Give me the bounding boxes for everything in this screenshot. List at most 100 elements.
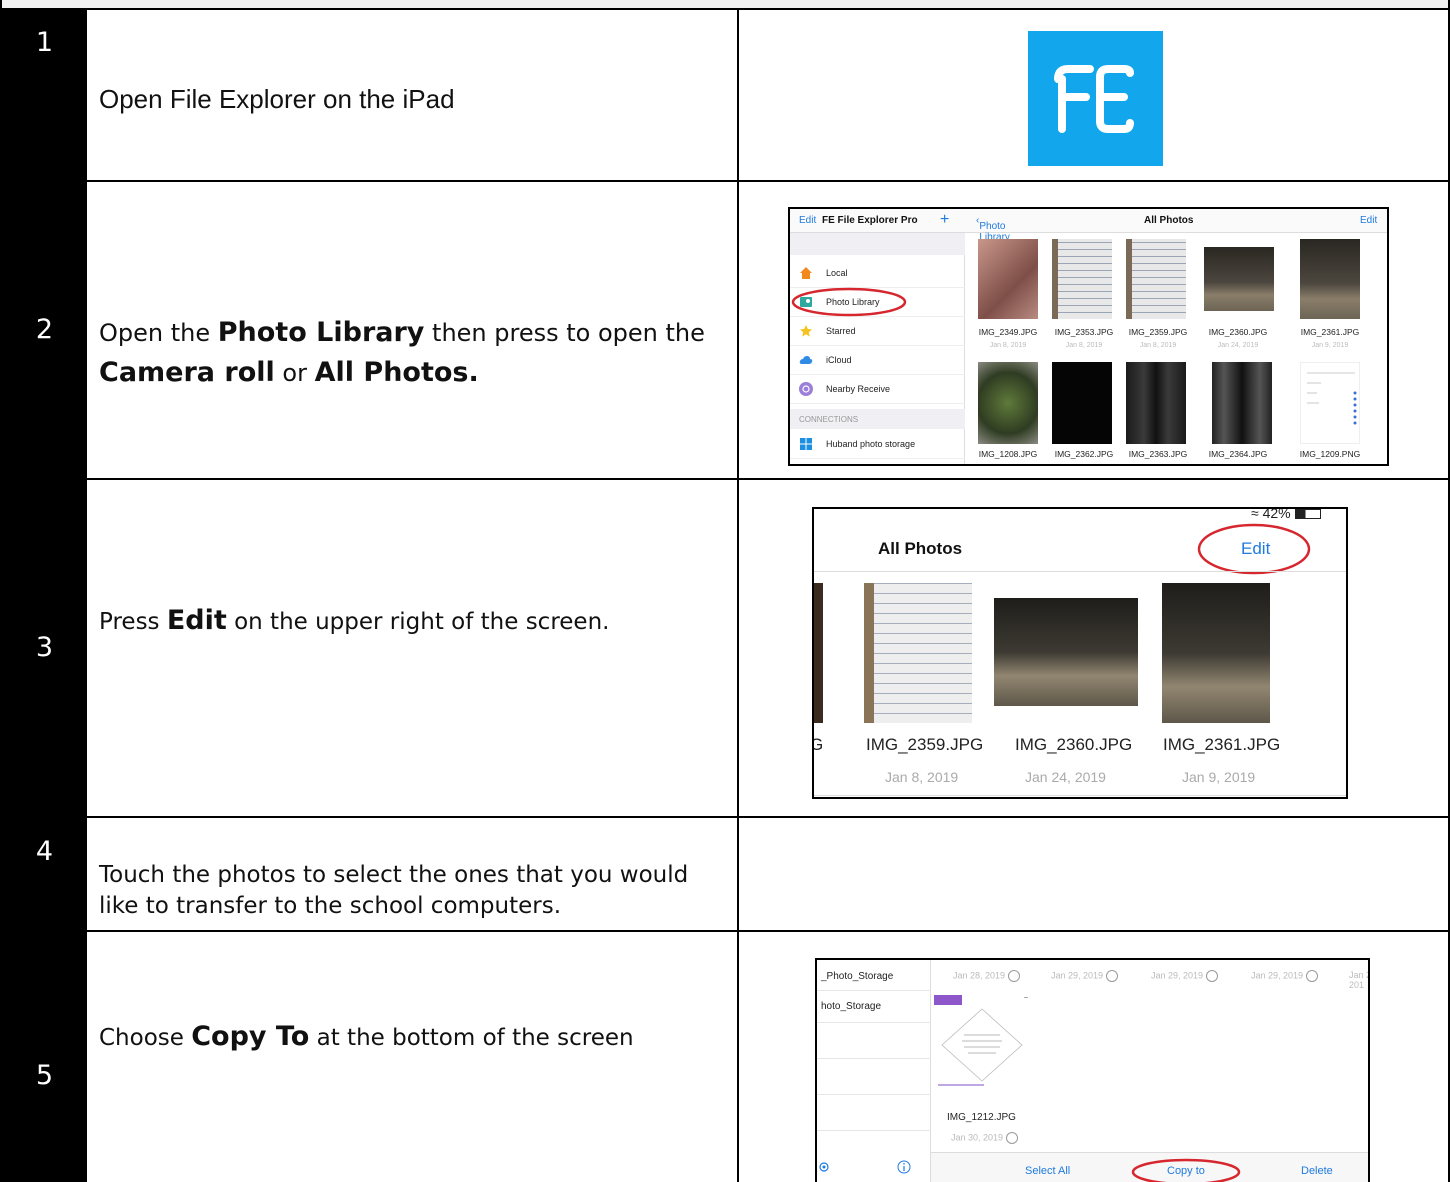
photo-thumb[interactable] bbox=[1300, 362, 1360, 444]
step-image-cell: ≈ 42% All Photos Edit G IMG_2359.JPG IMG… bbox=[741, 480, 1448, 816]
windows-icon bbox=[800, 438, 812, 450]
select-circle-icon[interactable] bbox=[1306, 970, 1319, 982]
divider bbox=[817, 990, 931, 991]
sidebar-item-starred[interactable]: Starred bbox=[790, 317, 965, 346]
step-number: 3 bbox=[35, 632, 54, 663]
step-text-cell: Choose Copy To at the bottom of the scre… bbox=[87, 932, 739, 1182]
divider bbox=[817, 1022, 931, 1023]
status-bar: ≈ 42% bbox=[1251, 507, 1321, 521]
photo-thumb[interactable] bbox=[864, 583, 972, 723]
select-circle-icon[interactable] bbox=[1106, 970, 1119, 982]
select-circle-icon[interactable] bbox=[1206, 970, 1219, 982]
photo-filename: IMG_2353.JPG bbox=[1054, 327, 1114, 337]
photo-thumb[interactable] bbox=[1162, 583, 1270, 723]
copy-to-screenshot: _Photo_Storage hoto_Storage Jan 28, 2019… bbox=[815, 958, 1370, 1182]
file-explorer-screenshot: Edit FE File Explorer Pro + ‹ Photo Libr… bbox=[788, 207, 1389, 466]
step-number-cell: 2 bbox=[2, 182, 87, 478]
photo-thumb[interactable] bbox=[1300, 239, 1360, 319]
step-row-4: 4 Touch the photos to select the ones th… bbox=[0, 818, 1450, 932]
step-instruction: Choose Copy To at the bottom of the scre… bbox=[99, 1021, 634, 1052]
photo-filename: IMG_1212.JPG bbox=[947, 1112, 1016, 1123]
step-text-cell: Touch the photos to select the ones that… bbox=[87, 818, 739, 930]
step-text-cell: Press Edit on the upper right of the scr… bbox=[87, 480, 739, 816]
step-row-5: 5 Choose Copy To at the bottom of the sc… bbox=[0, 932, 1450, 1182]
photo-date: Jan 29, 2019 bbox=[1051, 970, 1119, 982]
sidebar-item-local[interactable]: Local bbox=[790, 259, 965, 288]
photo-thumb[interactable] bbox=[1052, 239, 1112, 319]
document-thumbnail-icon bbox=[934, 995, 1028, 1086]
cloud-icon bbox=[799, 356, 813, 364]
photo-filename: IMG_2359.JPG bbox=[866, 735, 984, 754]
sidebar-item-connection[interactable]: Huband photo storage bbox=[790, 430, 965, 459]
photo-thumb[interactable] bbox=[1204, 247, 1274, 311]
photo-date: Jan 29, 2019 bbox=[1151, 970, 1219, 982]
photo-filename: IMG_2349.JPG bbox=[978, 327, 1038, 337]
photo-date: Jan 8, 2019 bbox=[1139, 342, 1177, 349]
photo-date: Jan 9, 2019 bbox=[1311, 342, 1349, 349]
photo-date: Jan 30, 2019 bbox=[951, 1132, 1019, 1144]
step-row-2: 2 Open the Photo Library then press to o… bbox=[0, 182, 1450, 480]
photo-thumb[interactable] bbox=[934, 995, 1030, 1091]
all-photos-emphasis: All Photos. bbox=[314, 357, 479, 388]
photo-filename-partial: G bbox=[814, 735, 823, 755]
sidebar-item[interactable]: _Photo_Storage bbox=[821, 971, 893, 982]
photo-filename: IMG_2361.JPG bbox=[1300, 327, 1360, 337]
divider bbox=[814, 795, 1346, 796]
step-number: 1 bbox=[35, 27, 54, 58]
photo-date: Jan 24, 2019 bbox=[1025, 769, 1106, 785]
gear-icon[interactable] bbox=[817, 1160, 831, 1174]
step-instruction: Press Edit on the upper right of the scr… bbox=[99, 605, 610, 636]
photo-thumb[interactable] bbox=[1126, 239, 1186, 319]
photo-date: Jan 29, 201 bbox=[1349, 970, 1368, 990]
wifi-icon: ≈ bbox=[1251, 507, 1259, 521]
edit-button-left[interactable]: Edit bbox=[799, 215, 816, 226]
step-row-1: 1 Open File Explorer on the iPad bbox=[0, 10, 1450, 182]
sidebar: _Photo_Storage hoto_Storage bbox=[817, 960, 931, 1182]
photo-date: Jan 9, 2019 bbox=[1182, 769, 1256, 785]
photo-date: Jan 24, 2019 bbox=[1217, 342, 1259, 349]
photo-filename: IMG_2362.JPG bbox=[1054, 449, 1114, 459]
step-number-cell: 3 bbox=[2, 480, 87, 816]
sidebar-item[interactable]: hoto_Storage bbox=[821, 1001, 881, 1012]
photo-thumb[interactable] bbox=[978, 239, 1038, 319]
photo-thumb[interactable] bbox=[1052, 362, 1112, 444]
step-row-3: 3 Press Edit on the upper right of the s… bbox=[0, 480, 1450, 818]
photo-date: Jan 8, 2019 bbox=[1065, 342, 1103, 349]
step-text-cell: Open File Explorer on the iPad bbox=[87, 10, 739, 180]
sidebar-item-photo-library[interactable]: Photo Library bbox=[790, 287, 965, 317]
select-circle-icon[interactable] bbox=[1006, 1132, 1019, 1144]
edit-emphasis: Edit bbox=[166, 605, 227, 636]
step-number: 4 bbox=[35, 836, 54, 867]
divider bbox=[817, 1058, 931, 1059]
info-icon[interactable] bbox=[897, 1160, 911, 1174]
photo-filename: IMG_1209.PNG bbox=[1299, 449, 1361, 459]
fe-logo-icon bbox=[1054, 65, 1134, 133]
sidebar-item-icloud[interactable]: iCloud bbox=[790, 346, 965, 375]
photo-filename: IMG_2360.JPG bbox=[1015, 735, 1133, 754]
photo-thumb-partial bbox=[814, 583, 823, 723]
select-circle-icon[interactable] bbox=[1008, 970, 1021, 982]
photo-filename: IMG_2360.JPG bbox=[1208, 327, 1268, 337]
battery-icon bbox=[1294, 509, 1321, 520]
sidebar-item-nearby-receive[interactable]: Nearby Receive bbox=[790, 375, 965, 404]
photo-grid: IMG_2349.JPG IMG_2353.JPG IMG_2359.JPG I… bbox=[966, 209, 1387, 464]
star-icon bbox=[800, 325, 812, 337]
camera-roll-emphasis: Camera roll bbox=[99, 357, 275, 388]
highlight-circle-icon bbox=[1197, 523, 1311, 575]
photo-thumb[interactable] bbox=[1212, 362, 1272, 444]
photo-thumb[interactable] bbox=[978, 362, 1038, 444]
step-image-cell: Edit FE File Explorer Pro + ‹ Photo Libr… bbox=[741, 182, 1448, 478]
step-instruction: Touch the photos to select the ones that… bbox=[99, 862, 689, 919]
add-button[interactable]: + bbox=[940, 211, 949, 229]
photo-filename: IMG_2363.JPG bbox=[1128, 449, 1188, 459]
photo-filename: IMG_2364.JPG bbox=[1208, 449, 1268, 459]
select-all-button[interactable]: Select All bbox=[1025, 1165, 1070, 1177]
divider bbox=[817, 1094, 931, 1095]
photo-filename: IMG_1208.JPG bbox=[978, 449, 1038, 459]
photo-thumb[interactable] bbox=[994, 598, 1138, 706]
nearby-receive-icon bbox=[799, 382, 813, 396]
delete-button[interactable]: Delete bbox=[1301, 1165, 1333, 1177]
step-number-cell: 5 bbox=[2, 932, 87, 1182]
app-title: FE File Explorer Pro bbox=[822, 215, 918, 226]
photo-thumb[interactable] bbox=[1126, 362, 1186, 444]
